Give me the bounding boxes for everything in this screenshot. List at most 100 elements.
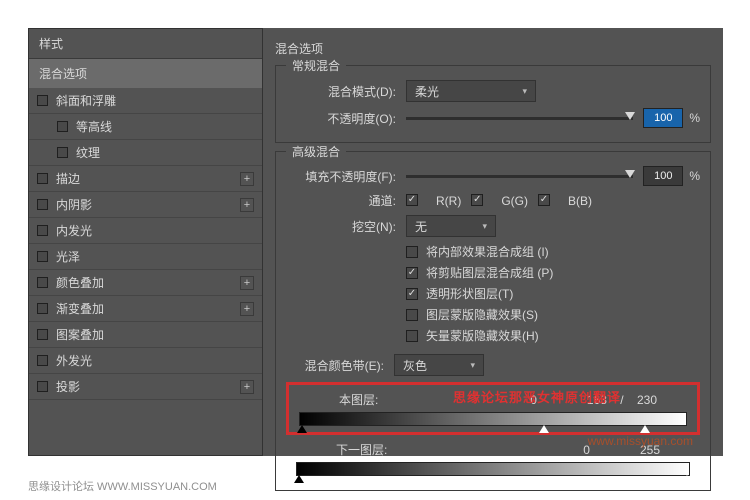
sidebar-item-label: 图案叠加 xyxy=(56,326,104,343)
watermark-url: www.missyuan.com xyxy=(588,434,693,448)
option-row: 图层蒙版隐藏效果(S) xyxy=(406,306,700,323)
style-checkbox[interactable] xyxy=(37,173,48,184)
style-sidebar: 样式 混合选项 斜面和浮雕等高线纹理描边 + 内阴影 + 内发光光泽颜色叠加 + 渐变叠加 +… xyxy=(28,28,263,456)
channels-label: 通道: xyxy=(286,192,396,209)
blend-if-dropdown[interactable]: 灰色 ▾ xyxy=(394,354,484,376)
add-effect-button[interactable]: + xyxy=(240,302,254,316)
option-label: 将剪贴图层混合成组 (P) xyxy=(426,264,553,281)
sidebar-item[interactable]: 内阴影 + xyxy=(29,192,262,218)
style-checkbox[interactable] xyxy=(37,225,48,236)
sidebar-item-label: 渐变叠加 xyxy=(56,300,104,317)
sidebar-item-label: 颜色叠加 xyxy=(56,274,104,291)
fill-opacity-label: 填充不透明度(F): xyxy=(286,168,396,185)
sidebar-item-label: 描边 xyxy=(56,170,80,187)
option-row: 矢量蒙版隐藏效果(H) xyxy=(406,327,700,344)
option-checkbox[interactable] xyxy=(406,309,418,321)
sidebar-item[interactable]: 渐变叠加 + xyxy=(29,296,262,322)
blend-if-label: 混合颜色带(E): xyxy=(286,357,384,374)
sidebar-item[interactable]: 颜色叠加 + xyxy=(29,270,262,296)
underlying-label: 下一图层: xyxy=(336,441,387,458)
sidebar-item-label: 内发光 xyxy=(56,222,92,239)
sidebar-header: 样式 xyxy=(29,29,262,59)
option-row: 将剪贴图层混合成组 (P) xyxy=(406,264,700,281)
sidebar-item-label: 内阴影 xyxy=(56,196,92,213)
sidebar-item-label: 斜面和浮雕 xyxy=(56,92,116,109)
style-checkbox[interactable] xyxy=(37,355,48,366)
this-layer-label: 本图层: xyxy=(339,391,378,408)
sidebar-item[interactable]: 等高线 xyxy=(29,114,262,140)
option-checkbox[interactable] xyxy=(406,288,418,300)
opacity-label: 不透明度(O): xyxy=(286,110,396,127)
chevron-down-icon: ▾ xyxy=(470,360,475,371)
this-layer-gradient[interactable] xyxy=(299,412,687,426)
layer-style-dialog: 样式 混合选项 斜面和浮雕等高线纹理描边 + 内阴影 + 内发光光泽颜色叠加 + 渐变叠加 +… xyxy=(28,28,723,456)
option-checkbox[interactable] xyxy=(406,246,418,258)
sidebar-item[interactable]: 投影 + xyxy=(29,374,262,400)
sidebar-item[interactable]: 光泽 xyxy=(29,244,262,270)
watermark-text: 思缘论坛那恶女神原创翻译 xyxy=(453,387,621,406)
sidebar-item[interactable]: 纹理 xyxy=(29,140,262,166)
style-checkbox[interactable] xyxy=(37,381,48,392)
sidebar-item-blending-options[interactable]: 混合选项 xyxy=(29,59,262,88)
blend-if-value: 灰色 xyxy=(403,357,427,374)
knockout-label: 挖空(N): xyxy=(286,218,396,235)
channel-g-checkbox[interactable] xyxy=(471,194,483,206)
sidebar-item-label: 光泽 xyxy=(56,248,80,265)
general-group-label: 常规混合 xyxy=(286,57,346,74)
sidebar-item[interactable]: 外发光 xyxy=(29,348,262,374)
sidebar-item[interactable]: 图案叠加 xyxy=(29,322,262,348)
option-row: 透明形状图层(T) xyxy=(406,285,700,302)
sidebar-item[interactable]: 描边 + xyxy=(29,166,262,192)
channel-b-label: B(B) xyxy=(568,194,592,208)
style-checkbox[interactable] xyxy=(37,95,48,106)
underlying-gradient[interactable] xyxy=(296,462,690,476)
sidebar-item[interactable]: 内发光 xyxy=(29,218,262,244)
style-checkbox[interactable] xyxy=(57,121,68,132)
fill-opacity-unit: % xyxy=(689,169,700,183)
opacity-unit: % xyxy=(689,111,700,125)
channel-r-checkbox[interactable] xyxy=(406,194,418,206)
add-effect-button[interactable]: + xyxy=(240,276,254,290)
option-label: 将内部效果混合成组 (I) xyxy=(426,243,549,260)
style-checkbox[interactable] xyxy=(37,303,48,314)
add-effect-button[interactable]: + xyxy=(240,380,254,394)
style-checkbox[interactable] xyxy=(37,277,48,288)
add-effect-button[interactable]: + xyxy=(240,198,254,212)
blend-mode-value: 柔光 xyxy=(415,83,439,100)
knockout-dropdown[interactable]: 无 ▾ xyxy=(406,215,496,237)
opacity-input[interactable]: 100 xyxy=(643,108,683,128)
sidebar-item-label: 等高线 xyxy=(76,118,112,135)
page-footer: 思缘设计论坛 WWW.MISSYUAN.COM xyxy=(28,478,217,494)
blend-mode-label: 混合模式(D): xyxy=(286,83,396,100)
general-blend-group: 常规混合 混合模式(D): 柔光 ▾ 不透明度(O): 100 % xyxy=(275,65,711,143)
main-panel: 混合选项 常规混合 混合模式(D): 柔光 ▾ 不透明度(O): 100 % 高… xyxy=(263,28,723,456)
opacity-slider[interactable] xyxy=(406,117,633,120)
advanced-group-label: 高级混合 xyxy=(286,143,346,160)
channel-b-checkbox[interactable] xyxy=(538,194,550,206)
fill-opacity-input[interactable]: 100 xyxy=(643,166,683,186)
channel-r-label: R(R) xyxy=(436,194,461,208)
option-row: 将内部效果混合成组 (I) xyxy=(406,243,700,260)
option-checkbox[interactable] xyxy=(406,267,418,279)
option-label: 图层蒙版隐藏效果(S) xyxy=(426,306,538,323)
style-checkbox[interactable] xyxy=(37,329,48,340)
style-checkbox[interactable] xyxy=(37,251,48,262)
sidebar-item-label: 纹理 xyxy=(76,144,100,161)
sidebar-item-label: 外发光 xyxy=(56,352,92,369)
option-label: 透明形状图层(T) xyxy=(426,285,513,302)
option-label: 矢量蒙版隐藏效果(H) xyxy=(426,327,539,344)
blend-mode-dropdown[interactable]: 柔光 ▾ xyxy=(406,80,536,102)
channel-g-label: G(G) xyxy=(501,194,528,208)
sidebar-item[interactable]: 斜面和浮雕 xyxy=(29,88,262,114)
this-layer-high-b: 230 xyxy=(637,393,657,407)
panel-title: 混合选项 xyxy=(275,40,711,57)
style-checkbox[interactable] xyxy=(37,199,48,210)
add-effect-button[interactable]: + xyxy=(240,172,254,186)
chevron-down-icon: ▾ xyxy=(522,86,527,97)
fill-opacity-slider[interactable] xyxy=(406,175,633,178)
chevron-down-icon: ▾ xyxy=(482,221,487,232)
knockout-value: 无 xyxy=(415,218,427,235)
style-checkbox[interactable] xyxy=(57,147,68,158)
option-checkbox[interactable] xyxy=(406,330,418,342)
sidebar-item-label: 投影 xyxy=(56,378,80,395)
